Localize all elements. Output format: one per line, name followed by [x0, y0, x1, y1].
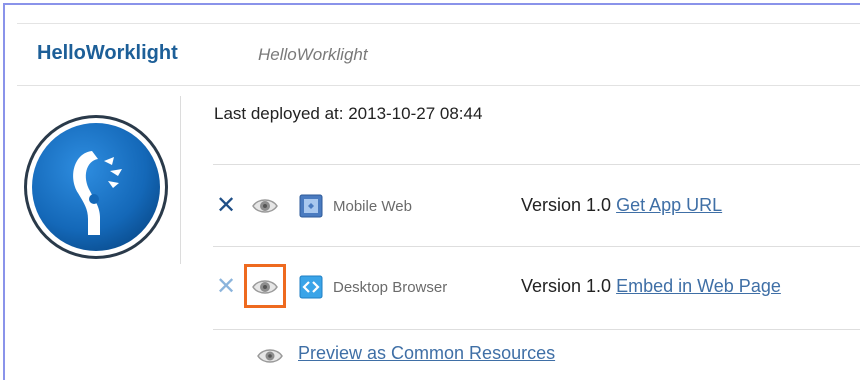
mobile-web-icon	[299, 194, 323, 218]
row-divider	[213, 329, 860, 330]
preview-common-resources-link[interactable]: Preview as Common Resources	[298, 343, 555, 364]
delete-icon[interactable]: ✕	[213, 193, 239, 219]
environment-label: Mobile Web	[333, 198, 412, 215]
eye-icon[interactable]	[251, 277, 279, 297]
environment-label: Desktop Browser	[333, 279, 448, 296]
version-text: Version 1.0	[521, 276, 612, 296]
environment-row-desktop-browser: ✕ Desktop Browser Version 1.0 Embed in W…	[213, 264, 860, 308]
app-name: HelloWorklight	[37, 42, 178, 64]
version-info: Version 1.0 Embed in Web Page	[521, 276, 781, 297]
eye-icon[interactable]	[251, 196, 279, 216]
top-strip	[17, 9, 860, 24]
app-header: HelloWorklight HelloWorklight	[17, 23, 860, 86]
last-deployed-text: Last deployed at: 2013-10-27 08:44	[214, 104, 483, 123]
embed-in-web-page-link[interactable]: Embed in Web Page	[616, 276, 781, 296]
version-info: Version 1.0 Get App URL	[521, 195, 722, 216]
row-divider	[213, 164, 860, 165]
app-subtitle: HelloWorklight	[258, 45, 368, 64]
vertical-divider	[180, 96, 181, 264]
row-divider	[213, 246, 860, 247]
get-app-url-link[interactable]: Get App URL	[616, 195, 722, 215]
app-logo-icon	[24, 115, 168, 259]
eye-icon[interactable]	[256, 347, 284, 365]
desktop-browser-icon	[299, 275, 323, 299]
version-text: Version 1.0	[521, 195, 612, 215]
environment-row-mobile-web: ✕ Mobile Web Version 1.0 Get App URL	[213, 187, 860, 227]
delete-icon[interactable]: ✕	[213, 274, 239, 300]
